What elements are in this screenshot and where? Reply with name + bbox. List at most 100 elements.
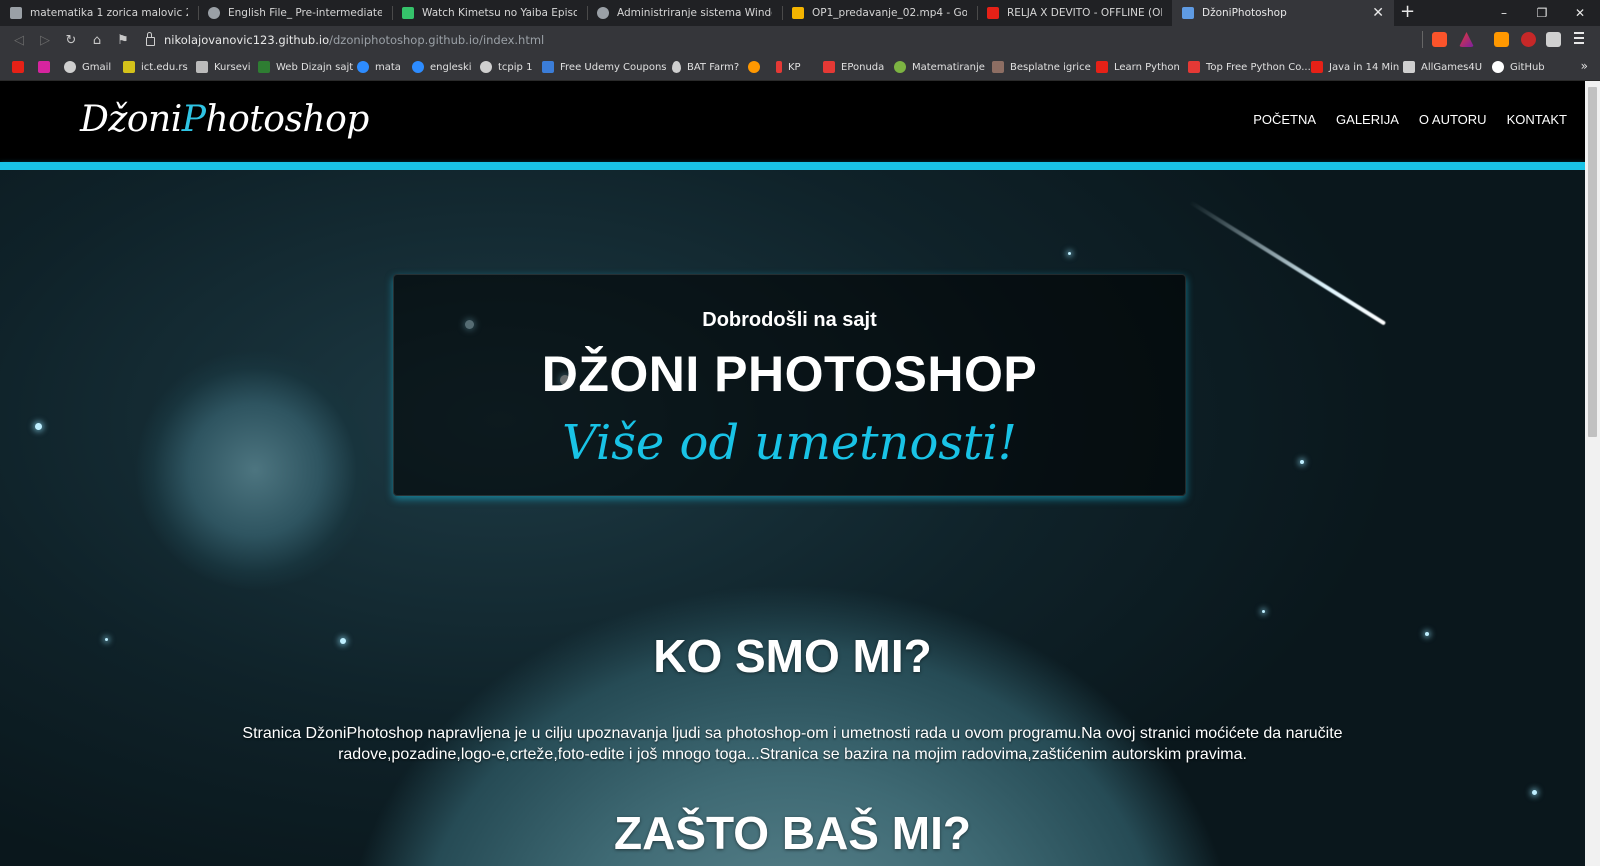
bookmarks-bar: Gmail ict.edu.rs Kursevi Web Dizajn sajt… xyxy=(0,53,1600,81)
nav-link-galerija[interactable]: GALERIJA xyxy=(1336,112,1399,127)
browser-tab[interactable]: Administriranje sistema Windows xyxy=(587,0,782,26)
bookmark-kp[interactable]: KP xyxy=(776,59,801,75)
bookmark-matematiranje[interactable]: Matematiranje xyxy=(894,59,985,75)
comet xyxy=(1188,200,1387,326)
ict-icon xyxy=(123,61,135,73)
bookmark-youtube[interactable] xyxy=(12,59,30,75)
folder-icon xyxy=(196,61,208,73)
star xyxy=(1300,460,1304,464)
section-text-ko-smo-mi: Stranica DžoniPhotoshop napravljena je u… xyxy=(242,725,1343,763)
tab-strip: matematika 1 zorica malovic 2008 bez Eng… xyxy=(0,0,1600,26)
welcome-subtitle: Dobrodošli na sajt xyxy=(702,309,877,331)
brave-shield-icon[interactable] xyxy=(1432,32,1447,47)
tab-title: RELJA X DEVITO - OFFLINE (OFFICIAL V xyxy=(1007,7,1162,19)
browser-tab[interactable]: Watch Kimetsu no Yaiba Episode 17 En xyxy=(392,0,587,26)
document-icon xyxy=(10,7,22,19)
main-nav: POČETNA GALERIJA O AUTORU KONTAKT xyxy=(1253,112,1567,127)
nav-link-kontakt[interactable]: KONTAKT xyxy=(1507,112,1567,127)
site-logo[interactable]: DžoniPhotoshop xyxy=(80,99,369,140)
globe-icon xyxy=(64,61,76,73)
forward-button[interactable]: ▷ xyxy=(36,31,54,49)
adblock-icon[interactable] xyxy=(1521,32,1536,47)
browser-tab[interactable]: English File_ Pre-intermediate_ Workb xyxy=(198,0,392,26)
rss-icon[interactable] xyxy=(1494,32,1509,47)
browser-tab[interactable]: RELJA X DEVITO - OFFLINE (OFFICIAL V xyxy=(977,0,1172,26)
menu-icon[interactable] xyxy=(1574,32,1584,47)
bookmark-tcpip[interactable]: tcpip 1 xyxy=(480,59,532,75)
tab-title: Watch Kimetsu no Yaiba Episode 17 En xyxy=(422,7,577,19)
bookmark-ict[interactable]: ict.edu.rs xyxy=(123,59,188,75)
nav-link-pocetna[interactable]: POČETNA xyxy=(1253,112,1316,127)
drop-icon xyxy=(672,61,681,73)
bookmark-top-python[interactable]: Top Free Python Co... xyxy=(1188,59,1311,75)
star xyxy=(1532,790,1537,795)
section-title-ko-smo-mi: KO SMO MI? xyxy=(653,630,932,682)
bookmark-java[interactable]: Java in 14 Min xyxy=(1311,59,1399,75)
nav-link-o-autoru[interactable]: O AUTORU xyxy=(1419,112,1487,127)
toolbar-divider xyxy=(1422,31,1423,48)
globe-icon xyxy=(597,7,609,19)
welcome-title: DŽONI PHOTOSHOP xyxy=(541,346,1038,402)
lock-icon xyxy=(146,32,155,46)
url-host: nikolajovanovic123.github.io xyxy=(164,32,330,47)
bookmark-page-button[interactable]: ⚑ xyxy=(114,31,132,49)
header-accent-line xyxy=(0,162,1585,170)
home-button[interactable]: ⌂ xyxy=(88,31,106,49)
extensions-puzzle-icon[interactable] xyxy=(1546,32,1561,47)
youtube-icon xyxy=(12,61,24,73)
new-tab-button[interactable]: + xyxy=(1400,2,1415,22)
globe-icon xyxy=(208,7,220,19)
coupon-icon xyxy=(542,61,554,73)
page-scrollbar[interactable] xyxy=(1585,81,1600,866)
site-favicon-icon xyxy=(1182,7,1194,19)
site-header: DžoniPhotoshop POČETNA GALERIJA O AUTORU… xyxy=(0,81,1585,162)
leaf-icon xyxy=(258,61,270,73)
github-icon xyxy=(1492,61,1504,73)
bookmark-web-dizajn[interactable]: Web Dizajn sajt xyxy=(258,59,353,75)
star xyxy=(35,423,42,430)
bookmark-mata[interactable]: mata xyxy=(357,59,401,75)
address-bar[interactable]: nikolajovanovic123.github.io/dzoniphotos… xyxy=(146,29,1426,50)
browser-tab[interactable]: OP1_predavanje_02.mp4 - Google диск xyxy=(782,0,977,26)
youtube-icon xyxy=(1096,61,1108,73)
brave-rewards-icon[interactable] xyxy=(1459,32,1474,47)
tab-title: Administriranje sistema Windows xyxy=(617,7,772,19)
welcome-box: Dobrodošli na sajt DŽONI PHOTOSHOP Više … xyxy=(393,274,1186,496)
instagram-icon xyxy=(38,61,50,73)
bookmark-engleski[interactable]: engleski xyxy=(412,59,472,75)
minimize-button[interactable]: – xyxy=(1484,0,1524,26)
tab-title: DžoniPhotoshop xyxy=(1202,7,1287,19)
bookmark-gmail[interactable]: Gmail xyxy=(64,59,111,75)
zoom-icon xyxy=(412,61,424,73)
bookmark-learn-python[interactable]: Learn Python xyxy=(1096,59,1180,75)
course-icon xyxy=(1188,61,1200,73)
star xyxy=(1068,252,1071,255)
back-button[interactable]: ◁ xyxy=(10,31,28,49)
gun-icon xyxy=(1403,61,1415,73)
bookmark-eponuda[interactable]: EPonuda xyxy=(823,59,884,75)
bookmark-besplatne-igrice[interactable]: Besplatne igrice xyxy=(992,59,1091,75)
restore-button[interactable]: ❐ xyxy=(1522,0,1562,26)
bookmark-allgames[interactable]: AllGames4U xyxy=(1403,59,1482,75)
globe-icon xyxy=(480,61,492,73)
google-drive-icon xyxy=(792,7,804,19)
browser-tab[interactable]: matematika 1 zorica malovic 2008 bez xyxy=(0,0,198,26)
bookmarks-more-button[interactable]: » xyxy=(1581,59,1588,73)
bookmark-udemy[interactable]: Free Udemy Coupons xyxy=(542,59,667,75)
section-title-zasto-bas-mi: ZAŠTO BAŠ MI? xyxy=(614,807,971,859)
bookmark-instagram[interactable] xyxy=(38,59,56,75)
tab-title: OP1_predavanje_02.mp4 - Google диск xyxy=(812,7,967,19)
scrollbar-thumb[interactable] xyxy=(1588,87,1597,437)
bookmark-github[interactable]: GitHub xyxy=(1492,59,1545,75)
browser-tab-active[interactable]: DžoniPhotoshop ✕ xyxy=(1172,0,1394,26)
close-window-button[interactable]: ✕ xyxy=(1560,0,1600,26)
kp-icon xyxy=(776,61,782,73)
youtube-icon xyxy=(987,7,999,19)
bookmark-bat-farm[interactable]: BAT Farm? xyxy=(672,59,739,75)
reload-button[interactable]: ↻ xyxy=(62,31,80,49)
bookmark-kursevi[interactable]: Kursevi xyxy=(196,59,251,75)
orange-circle-icon xyxy=(748,61,760,73)
bookmark-orange[interactable] xyxy=(748,59,766,75)
close-tab-icon[interactable]: ✕ xyxy=(1372,6,1384,20)
youtube-icon xyxy=(1311,61,1323,73)
